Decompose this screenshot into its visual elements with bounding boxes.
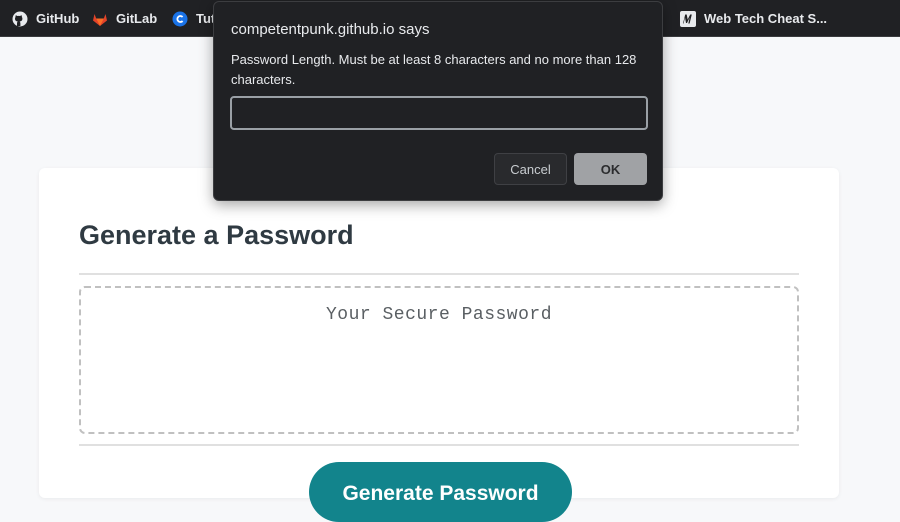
dialog-message: Password Length. Must be at least 8 char… [231,52,637,87]
generate-password-button[interactable]: Generate Password [309,462,572,522]
github-icon [12,11,28,27]
prompt-dialog: competentpunk.github.io says Password Le… [213,1,663,201]
bookmark-github[interactable]: GitHub [12,0,79,37]
bookmark-label: Web Tech Cheat S... [704,11,828,26]
gitlab-icon [92,11,108,27]
card-divider-top [79,273,799,275]
cancel-button[interactable]: Cancel [494,153,567,185]
dialog-origin: competentpunk.github.io says [231,21,430,38]
card-divider-bottom [79,444,799,446]
ok-button[interactable]: OK [574,153,647,185]
bookmark-label: GitHub [36,11,80,26]
bookmark-tutorial[interactable]: Tut [172,0,215,37]
tutorial-icon [172,11,188,27]
password-output[interactable]: Your Secure Password [79,286,799,434]
bookmark-label: GitLab [116,11,158,26]
cheatsheet-icon [680,10,696,27]
bookmark-cheat-sheet[interactable]: Web Tech Cheat S... [680,0,827,37]
bookmark-gitlab[interactable]: GitLab [92,0,157,37]
page-title: Generate a Password [79,220,354,250]
password-card: Generate a Password Your Secure Password… [39,168,839,522]
password-length-input[interactable] [230,96,648,130]
